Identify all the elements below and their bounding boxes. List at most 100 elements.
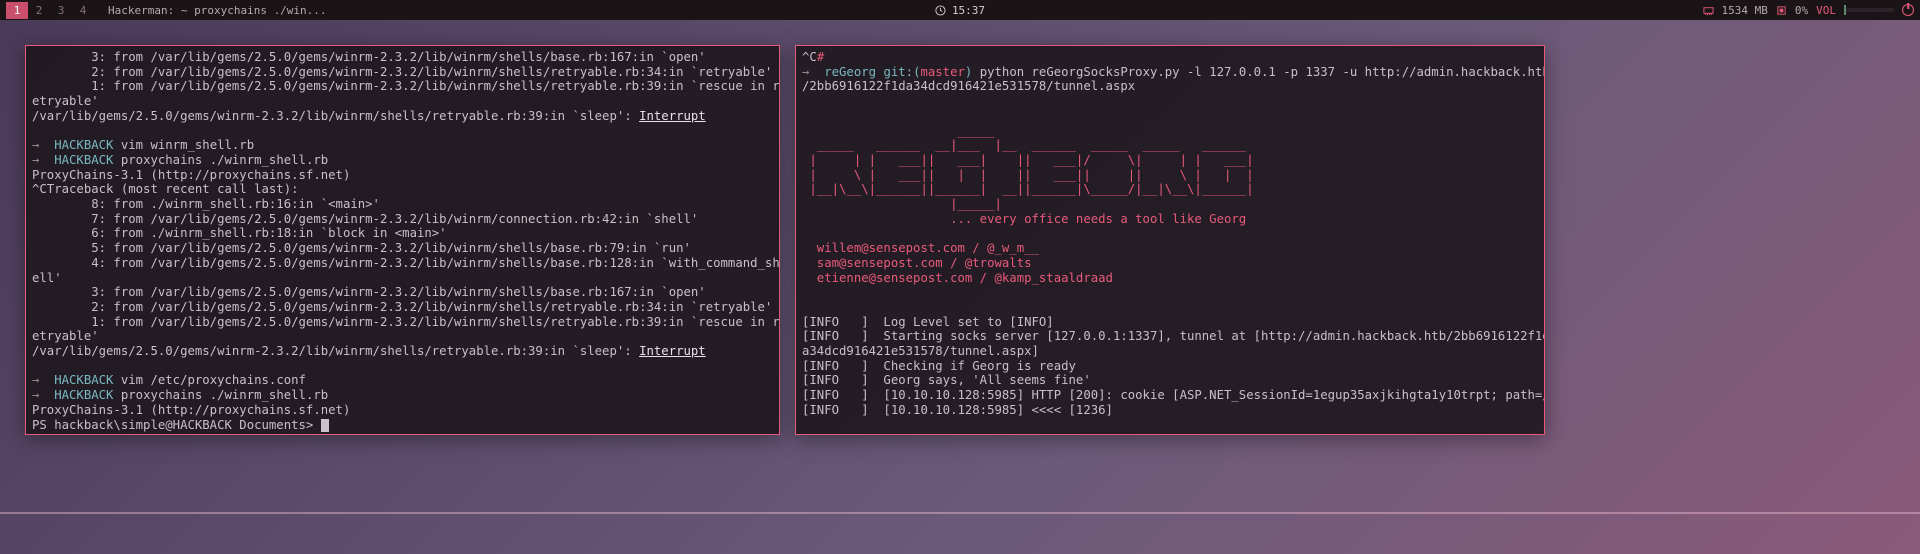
terminal-text: ProxyChains-3.1 (http://proxychains.sf.n… (32, 168, 350, 182)
workspace-4[interactable]: 4 (72, 2, 94, 19)
terminal-text: proxychains ./winrm_shell.rb (113, 153, 328, 167)
terminal-left-line: 2: from /var/lib/gems/2.5.0/gems/winrm-2… (32, 300, 773, 315)
workspace-1[interactable]: 1 (6, 2, 28, 19)
terminal-right-line: [INFO ] Georg says, 'All seems fine' (802, 373, 1538, 388)
terminal-left-line: 1: from /var/lib/gems/2.5.0/gems/winrm-2… (32, 79, 773, 94)
vol-label: VOL (1816, 4, 1836, 17)
clock-icon (935, 5, 946, 16)
terminal-right-line: [INFO ] [10.10.10.128:5985] HTTP [200]: … (802, 388, 1538, 403)
cpu-icon (1776, 5, 1787, 16)
terminal-text: 7: from /var/lib/gems/2.5.0/gems/winrm-2… (32, 212, 698, 226)
terminal-text: HACKBACK (54, 153, 113, 167)
terminal-text: [INFO ] Checking if Georg is ready (802, 359, 1076, 373)
terminal-text: reGeorg (824, 65, 876, 79)
terminal-text: etryable' (32, 329, 99, 343)
terminal-left-line: → HACKBACK proxychains ./winrm_shell.rb (32, 153, 773, 168)
terminal-right-line: → reGeorg git:(master) python reGeorgSoc… (802, 65, 1538, 80)
memory-value: 1534 MB (1722, 4, 1768, 17)
terminal-text: ell' (32, 271, 62, 285)
terminal-text: vim winrm_shell.rb (113, 138, 254, 152)
terminal-text: 6: from ./winrm_shell.rb:18:in `block in… (32, 226, 447, 240)
terminal-text: [INFO ] [10.10.10.128:5985] HTTP [200]: … (802, 388, 1545, 402)
terminal-left-line: 1: from /var/lib/gems/2.5.0/gems/winrm-2… (32, 315, 773, 330)
terminal-right-line: sam@sensepost.com / @trowalts (802, 256, 1538, 271)
terminal-text: python reGeorgSocksProxy.py -l 127.0.0.1… (972, 65, 1545, 79)
workspace-2[interactable]: 2 (28, 2, 50, 19)
terminal-text: ^C (802, 50, 817, 64)
terminal-right-line: |_____| (802, 197, 1538, 212)
terminal-text: _____ ______ __|___ |__ ______ _____ ___… (802, 138, 1246, 152)
terminal-text: → (802, 65, 824, 79)
terminal-text: 3: from /var/lib/gems/2.5.0/gems/winrm-2… (32, 285, 706, 299)
terminal-text: | | | ___|| ___| || ___|/ \| | | ___| (802, 153, 1254, 167)
terminal-text: _____ (802, 124, 995, 138)
terminal-left-line: /var/lib/gems/2.5.0/gems/winrm-2.3.2/lib… (32, 344, 773, 359)
terminal-text: |__|\__\|______||______| __||______|\___… (802, 182, 1254, 196)
terminal-right-line: a34dcd916421e531578/tunnel.aspx] (802, 344, 1538, 359)
terminal-text: → (32, 153, 54, 167)
terminal-right-line (802, 300, 1538, 315)
terminal-left-line: 2: from /var/lib/gems/2.5.0/gems/winrm-2… (32, 65, 773, 80)
terminal-text: [INFO ] [10.10.10.128:5985] <<<< [1236] (802, 403, 1113, 417)
terminal-right-line: | | | ___|| ___| || ___|/ \| | | ___| (802, 153, 1538, 168)
terminal-text: /var/lib/gems/2.5.0/gems/winrm-2.3.2/lib… (32, 344, 639, 358)
terminal-text: HACKBACK (54, 388, 113, 402)
terminal-text: 2: from /var/lib/gems/2.5.0/gems/winrm-2… (32, 300, 772, 314)
terminal-left-line: ^CTraceback (most recent call last): (32, 182, 773, 197)
volume-bar[interactable] (1844, 8, 1894, 12)
terminal-text: 8: from ./winrm_shell.rb:16:in `<main>' (32, 197, 380, 211)
terminal-text: PS hackback\simple@HACKBACK Documents> (32, 418, 321, 432)
terminal-text: sam@sensepost.com / @trowalts (802, 256, 1032, 270)
terminal-text: 2: from /var/lib/gems/2.5.0/gems/winrm-2… (32, 65, 772, 79)
terminal-text: → (32, 138, 54, 152)
terminal-text: ^CTraceback (most recent call last): (32, 182, 299, 196)
terminal-right-line: ... every office needs a tool like Georg (802, 212, 1538, 227)
cpu-value: 0% (1795, 4, 1808, 17)
terminal-text: Interrupt (639, 109, 706, 123)
memory-icon (1703, 5, 1714, 16)
terminal-left-line: /var/lib/gems/2.5.0/gems/winrm-2.3.2/lib… (32, 109, 773, 124)
terminal-left-line: 3: from /var/lib/gems/2.5.0/gems/winrm-2… (32, 50, 773, 65)
terminal-text: → (32, 373, 54, 387)
terminal-right-line: [INFO ] Checking if Georg is ready (802, 359, 1538, 374)
terminal-left-line: 6: from ./winrm_shell.rb:18:in `block in… (32, 226, 773, 241)
clock-text: 15:37 (952, 4, 985, 17)
terminal-right[interactable]: ^C#→ reGeorg git:(master) python reGeorg… (795, 45, 1545, 435)
terminal-text: |_____| (802, 197, 1002, 211)
terminal-text: → (32, 388, 54, 402)
terminal-left[interactable]: 3: from /var/lib/gems/2.5.0/gems/winrm-2… (25, 45, 780, 435)
terminal-right-line: /2bb6916122f1da34dcd916421e531578/tunnel… (802, 79, 1538, 94)
terminal-text: /2bb6916122f1da34dcd916421e531578/tunnel… (802, 79, 1135, 93)
terminal-right-line: [INFO ] Starting socks server [127.0.0.1… (802, 329, 1538, 344)
terminal-left-line (32, 124, 773, 139)
terminal-text: ProxyChains-3.1 (http://proxychains.sf.n… (32, 403, 350, 417)
power-icon[interactable] (1902, 4, 1914, 16)
terminal-right-line: _____ (802, 124, 1538, 139)
terminal-right-line: [INFO ] [10.10.10.128:5985] <<<< [1236] (802, 403, 1538, 418)
terminal-left-line: ProxyChains-3.1 (http://proxychains.sf.n… (32, 168, 773, 183)
terminal-left-line: → HACKBACK proxychains ./winrm_shell.rb (32, 388, 773, 403)
terminal-right-line (802, 285, 1538, 300)
terminal-right-line (802, 226, 1538, 241)
workspace-switcher: 1 2 3 4 (6, 2, 94, 19)
terminal-text: ... every office needs a tool like Georg (802, 212, 1246, 226)
terminal-right-line (802, 109, 1538, 124)
terminal-left-line: 7: from /var/lib/gems/2.5.0/gems/winrm-2… (32, 212, 773, 227)
terminal-text: a34dcd916421e531578/tunnel.aspx] (802, 344, 1039, 358)
terminal-text: git:( (876, 65, 920, 79)
cursor (321, 419, 329, 432)
terminal-right-line: _____ ______ __|___ |__ ______ _____ ___… (802, 138, 1538, 153)
terminal-left-line: etryable' (32, 94, 773, 109)
terminal-text: HACKBACK (54, 138, 113, 152)
terminal-text: 5: from /var/lib/gems/2.5.0/gems/winrm-2… (32, 241, 691, 255)
terminal-text: 3: from /var/lib/gems/2.5.0/gems/winrm-2… (32, 50, 706, 64)
terminal-left-line: 3: from /var/lib/gems/2.5.0/gems/winrm-2… (32, 285, 773, 300)
terminal-right-line (802, 94, 1538, 109)
terminal-text: vim /etc/proxychains.conf (113, 373, 306, 387)
terminal-left-line: → HACKBACK vim winrm_shell.rb (32, 138, 773, 153)
system-info: 1534 MB 0% VOL (1703, 4, 1914, 17)
terminal-left-line: 8: from ./winrm_shell.rb:16:in `<main>' (32, 197, 773, 212)
desktop: 3: from /var/lib/gems/2.5.0/gems/winrm-2… (0, 20, 1920, 554)
workspace-3[interactable]: 3 (50, 2, 72, 19)
clock: 15:37 (935, 4, 985, 17)
